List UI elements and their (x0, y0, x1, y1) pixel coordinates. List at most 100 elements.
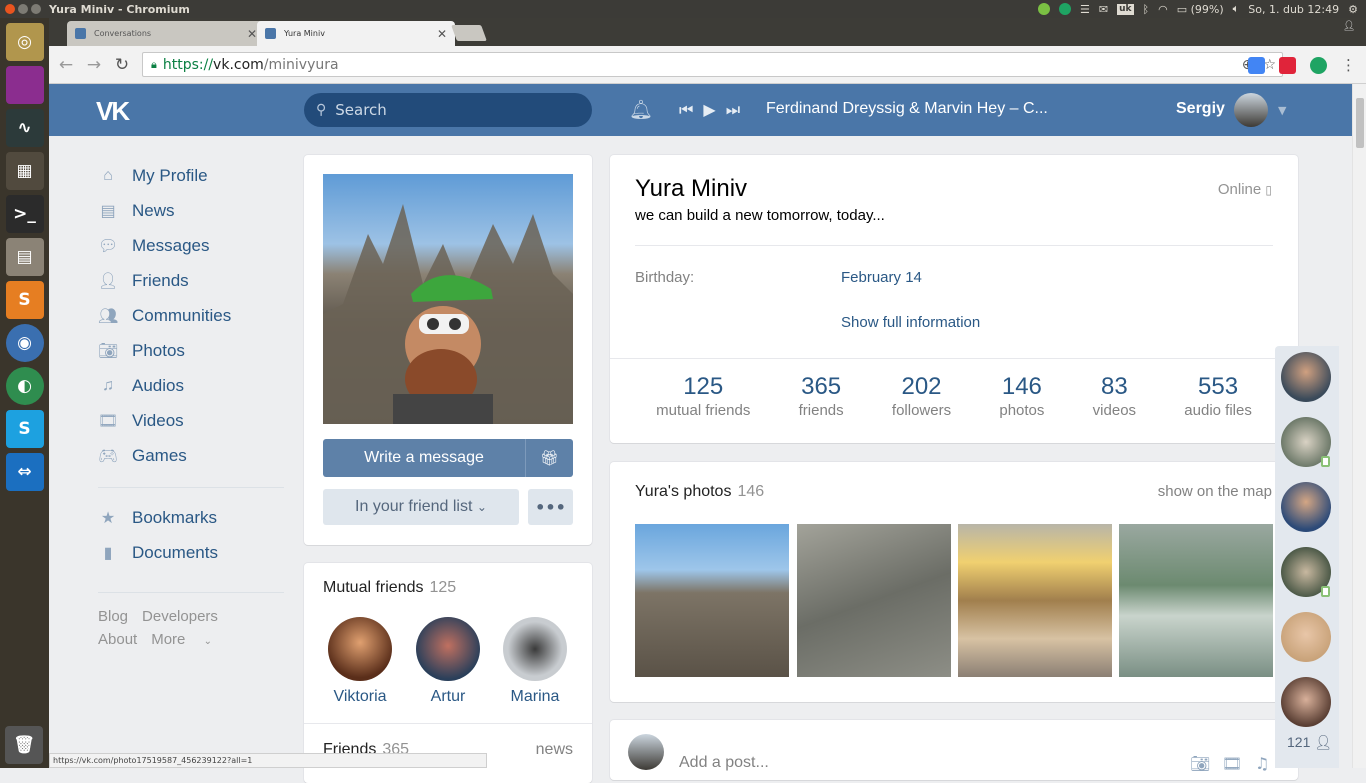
counter-followers[interactable]: 202 followers (892, 373, 951, 419)
tab-yura-miniv[interactable]: Yura Miniv ✕ (257, 21, 455, 46)
settings-gear-icon[interactable]: ⚙ (1348, 3, 1358, 16)
menu-icon[interactable]: ☰ (1080, 3, 1090, 16)
terminal-icon[interactable]: >_ (5, 195, 44, 233)
photo-thumbnail[interactable] (958, 524, 1112, 677)
gift-icon[interactable]: 🎁︎ (525, 439, 573, 477)
online-friend-avatar[interactable] (1281, 352, 1331, 402)
battery-indicator[interactable]: ▭ (99%) (1177, 3, 1224, 16)
lastpass-extension-icon[interactable] (1279, 56, 1296, 74)
mutual-friends-header[interactable]: Mutual friends 125 (323, 579, 456, 597)
mutual-friend[interactable]: Artur (408, 617, 488, 706)
mutual-friend[interactable]: Marina (495, 617, 575, 706)
tab-close-icon[interactable]: ✕ (437, 27, 447, 41)
online-count[interactable]: 121 👤︎ (1287, 734, 1332, 751)
network-app-icon[interactable]: ◐ (5, 367, 44, 405)
volume-icon[interactable]: 🔈︎ (1233, 2, 1240, 16)
notifications-bell-icon[interactable]: 🔔︎ (629, 98, 653, 121)
keyboard-layout[interactable]: uk (1117, 3, 1134, 15)
footer-link-about[interactable]: About (98, 631, 137, 648)
trash-icon[interactable]: 🗑︎ (5, 726, 43, 764)
new-tab-button[interactable] (451, 25, 487, 41)
system-monitor-icon[interactable]: ∿ (5, 109, 44, 147)
address-bar[interactable]: 🔒︎ https://vk.com/minivyura ⊕ ☆ (142, 52, 1283, 77)
previous-track-icon[interactable]: ⏮︎ (679, 100, 693, 120)
scrollbar-thumb[interactable] (1356, 98, 1364, 148)
add-post-input[interactable]: Add a post... (679, 754, 769, 772)
teamviewer-icon[interactable]: ⇔ (5, 453, 44, 491)
nav-item-games[interactable]: 🎮︎ Games (98, 438, 284, 473)
next-track-icon[interactable]: ⏭︎ (726, 100, 740, 120)
camera-icon[interactable]: 📷︎ (1190, 754, 1210, 773)
photo-thumbnail[interactable] (635, 524, 789, 677)
now-playing-track[interactable]: Ferdinand Dreyssig & Marvin Hey – C... (766, 100, 1048, 118)
files-icon[interactable]: ▤ (5, 238, 44, 276)
nav-item-communities[interactable]: 👥︎ Communities (98, 298, 284, 333)
friend-status-button[interactable]: In your friend list ⌄ (323, 489, 519, 525)
skype-icon[interactable]: S (5, 410, 44, 448)
bluetooth-icon[interactable]: ᛒ (1143, 3, 1150, 16)
minimize-window-button[interactable] (18, 4, 28, 14)
close-window-button[interactable] (5, 4, 15, 14)
mail-icon[interactable]: ✉ (1099, 3, 1108, 16)
hangouts-extension-icon[interactable] (1310, 56, 1327, 74)
user-name[interactable]: Sergiy (1176, 100, 1225, 118)
mutual-friend[interactable]: Viktoria (320, 617, 400, 706)
browser-profile-icon[interactable]: 👤︎ (1340, 21, 1358, 37)
counter-photos[interactable]: 146 photos (999, 373, 1044, 419)
write-message-button[interactable]: Write a message (323, 439, 525, 477)
nav-item-messages[interactable]: 💬︎ Messages (98, 228, 284, 263)
counter-videos[interactable]: 83 videos (1093, 373, 1136, 419)
translate-extension-icon[interactable] (1248, 56, 1265, 74)
more-actions-icon[interactable]: ••• (528, 489, 573, 525)
friends-news-link[interactable]: news (536, 741, 573, 759)
show-on-map-link[interactable]: show on the map (1158, 483, 1272, 500)
maximize-window-button[interactable] (31, 4, 41, 14)
workspace-switcher-icon[interactable]: ▦ (5, 152, 44, 190)
profile-avatar[interactable] (323, 174, 573, 424)
music-icon[interactable]: ♫ (1255, 754, 1269, 773)
counter-audio-files[interactable]: 553 audio files (1184, 373, 1252, 419)
birthday-value[interactable]: February 14 (841, 269, 922, 286)
footer-link-blog[interactable]: Blog (98, 608, 128, 625)
clock[interactable]: So, 1. dub 12:49 (1248, 3, 1339, 16)
tab-conversations[interactable]: Conversations ✕ (67, 21, 265, 46)
nav-item-videos[interactable]: 🎞︎ Videos (98, 403, 284, 438)
ubuntu-dash-icon[interactable]: ◎ (5, 23, 44, 61)
nav-item-my-profile[interactable]: ⌂ My Profile (98, 158, 284, 193)
workspace-icon[interactable] (5, 66, 44, 104)
vk-logo[interactable]: VK (96, 96, 130, 127)
online-friend-avatar[interactable] (1281, 482, 1331, 532)
film-icon[interactable]: 🎞︎ (1222, 754, 1242, 773)
tab-close-icon[interactable]: ✕ (247, 27, 257, 41)
footer-link-developers[interactable]: Developers (142, 608, 218, 625)
user-avatar[interactable] (1234, 93, 1268, 127)
counter-friends[interactable]: 365 friends (799, 373, 844, 419)
chromium-icon[interactable]: ◉ (5, 324, 44, 362)
photo-thumbnail[interactable] (1119, 524, 1273, 677)
wifi-icon[interactable]: ◠ (1158, 3, 1168, 16)
online-friend-avatar[interactable] (1281, 677, 1331, 727)
reload-icon[interactable]: ↻ (108, 55, 136, 75)
search-input[interactable]: ⚲ Search (304, 93, 592, 127)
check-icon[interactable] (1038, 3, 1050, 15)
photo-thumbnail[interactable] (797, 524, 951, 677)
nav-item-photos[interactable]: 📷︎ Photos (98, 333, 284, 368)
nav-item-friends[interactable]: 👤︎ Friends (98, 263, 284, 298)
page-scrollbar[interactable] (1352, 84, 1366, 768)
nav-item-audios[interactable]: ♫ Audios (98, 368, 284, 403)
sublime-text-icon[interactable]: S (5, 281, 44, 319)
chevron-down-icon[interactable]: ▼ (1278, 104, 1286, 117)
show-full-info-link[interactable]: Show full information (841, 314, 980, 331)
counter-mutual-friends[interactable]: 125 mutual friends (656, 373, 750, 419)
hangouts-icon[interactable] (1059, 3, 1071, 15)
play-icon[interactable]: ▶ (703, 100, 715, 120)
nav-item-news[interactable]: ▤ News (98, 193, 284, 228)
forward-arrow-icon[interactable]: → (80, 55, 108, 75)
photos-header[interactable]: Yura's photos 146 (635, 483, 764, 501)
online-friend-avatar[interactable] (1281, 612, 1331, 662)
nav-item-bookmarks[interactable]: ★ Bookmarks (98, 500, 284, 535)
nav-item-documents[interactable]: ▮ Documents (98, 535, 284, 570)
footer-link-more[interactable]: More ⌄ (151, 631, 226, 648)
back-arrow-icon[interactable]: ← (52, 55, 80, 75)
chrome-menu-icon[interactable]: ⋮ (1341, 56, 1356, 74)
